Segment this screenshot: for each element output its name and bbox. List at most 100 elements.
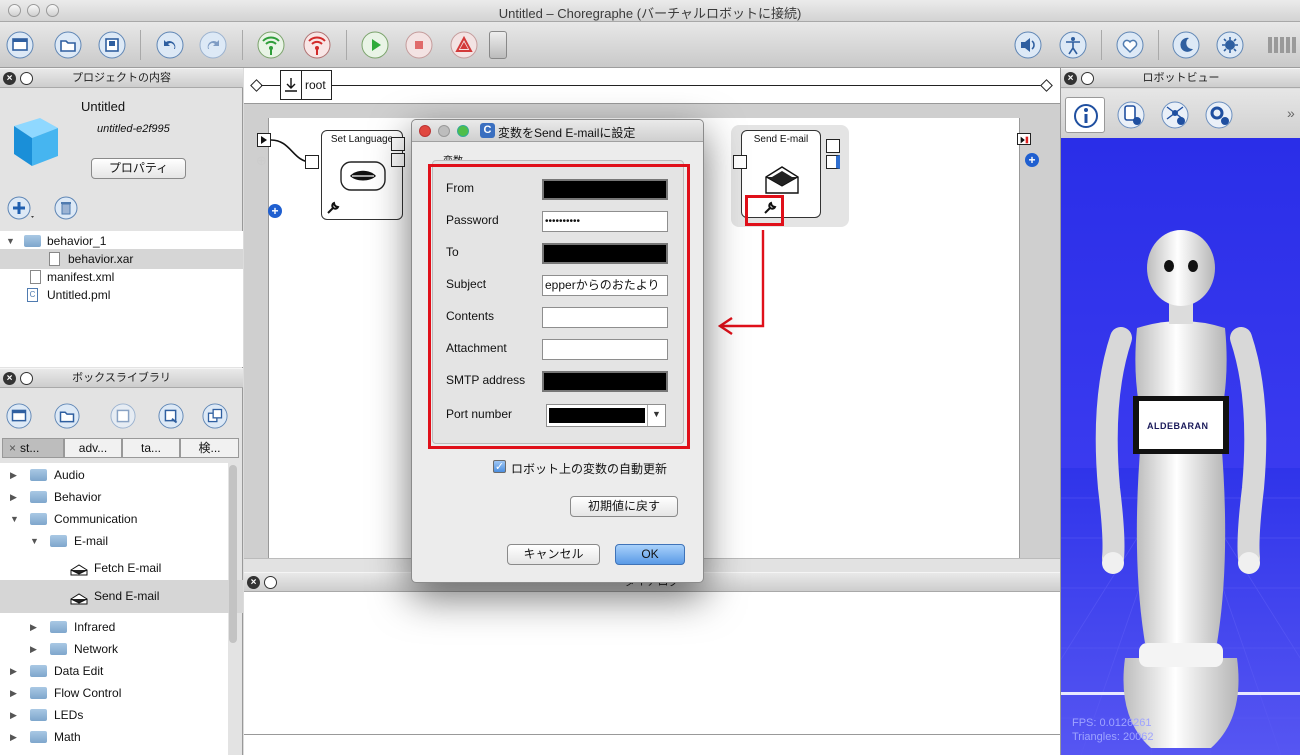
library-item-flow-control[interactable]: ▶ Flow Control xyxy=(0,683,243,703)
set-language-output-port[interactable] xyxy=(391,137,405,151)
library-item-communication[interactable]: ▼ Communication xyxy=(0,509,243,529)
connect-icon[interactable] xyxy=(257,31,285,59)
robot-view-panel: × ロボットビュー » ALDEBARAN FPS: 0.0126261 Tri… xyxy=(1060,68,1300,755)
dialog-titlebar: C 変数をSend E-mailに設定 xyxy=(412,120,703,142)
view-head-icon[interactable] xyxy=(1113,97,1149,133)
library-item-network[interactable]: ▶ Network xyxy=(0,639,243,659)
breadcrumb-bar: root xyxy=(244,68,1060,104)
delete-file-icon[interactable] xyxy=(52,196,82,222)
open-library-icon[interactable] xyxy=(54,403,80,429)
float-panel-icon[interactable] xyxy=(20,372,33,385)
project-cube-icon xyxy=(8,116,64,168)
breadcrumb-root: root xyxy=(305,78,326,92)
library-item-data-edit[interactable]: ▶ Data Edit xyxy=(0,661,243,681)
dialog-title: 変数をSend E-mailに設定 xyxy=(498,126,636,140)
float-panel-icon[interactable] xyxy=(264,576,277,589)
window-title: Untitled – Choregraphe (バーチャルロボットに接続) xyxy=(498,6,802,21)
box-library-header: × ボックスライブラリ xyxy=(0,368,243,388)
library-item-behavior[interactable]: ▶ Behavior xyxy=(0,487,243,507)
close-panel-icon[interactable]: × xyxy=(1064,72,1077,85)
dialog-minimize-button[interactable] xyxy=(438,125,450,137)
ok-button[interactable]: OK xyxy=(615,544,685,565)
box-library-tree: ▶ Audio ▶ Behavior ▼ Communication ▼ E-m… xyxy=(0,463,243,755)
add-output-plus-icon[interactable]: + xyxy=(1025,153,1039,167)
tab-search[interactable]: 検... xyxy=(180,438,239,458)
rest-moon-icon[interactable] xyxy=(1172,31,1200,59)
set-language-input-port[interactable] xyxy=(305,155,319,169)
cancel-button[interactable]: キャンセル xyxy=(507,544,600,565)
new-box-icon[interactable] xyxy=(6,403,32,429)
breadcrumb[interactable]: root xyxy=(280,70,332,100)
robot-view-header: × ロボットビュー xyxy=(1061,68,1300,88)
save-project-icon[interactable] xyxy=(98,31,126,59)
library-list-icon[interactable] xyxy=(202,403,228,429)
open-project-icon[interactable] xyxy=(54,31,82,59)
dialog-input-field[interactable] xyxy=(244,734,1060,755)
onstopped-output-port[interactable] xyxy=(1017,133,1031,145)
timeline-end-marker[interactable] xyxy=(1040,79,1053,92)
play-icon[interactable] xyxy=(361,31,389,59)
library-item-fetch-email[interactable]: Fetch E-mail xyxy=(0,558,243,578)
file-item-behavior-xar[interactable]: behavior.xar xyxy=(0,249,243,269)
reset-defaults-button[interactable]: 初期値に戻す xyxy=(570,496,678,517)
robot-3d-model xyxy=(1061,230,1300,755)
library-scrollbar[interactable] xyxy=(229,465,237,643)
library-item-send-email[interactable]: Send E-mail xyxy=(0,580,243,613)
wrench-icon[interactable] xyxy=(326,201,340,215)
library-item-math[interactable]: ▶ Math xyxy=(0,727,243,747)
add-file-icon[interactable] xyxy=(6,196,36,222)
file-item-manifest[interactable]: manifest.xml xyxy=(0,267,243,287)
warning-icon[interactable] xyxy=(450,31,478,59)
tab-advanced[interactable]: adv... xyxy=(64,438,122,458)
send-email-output-port[interactable] xyxy=(826,155,840,169)
dialog-zoom-button[interactable] xyxy=(457,125,469,137)
auto-update-label: ロボット上の変数の自動更新 xyxy=(511,462,668,476)
more-chevron-icon[interactable]: » xyxy=(1287,105,1295,121)
heart-icon[interactable] xyxy=(1116,31,1144,59)
tab-tags[interactable]: ta... xyxy=(122,438,180,458)
library-item-infrared[interactable]: ▶ Infrared xyxy=(0,617,243,637)
library-item-leds[interactable]: ▶ LEDs xyxy=(0,705,243,725)
robot-view-title: ロボットビュー xyxy=(1142,72,1220,84)
fps-readout: FPS: 0.0126261 xyxy=(1072,717,1152,729)
robot-view-toolbar: » xyxy=(1061,89,1300,138)
undo-icon[interactable] xyxy=(156,31,184,59)
add-input-plus-icon[interactable]: + xyxy=(268,204,282,218)
connection-wire xyxy=(270,139,312,163)
wake-sun-icon[interactable] xyxy=(1216,31,1244,59)
send-email-output-port[interactable] xyxy=(826,139,840,153)
new-project-icon[interactable] xyxy=(6,31,34,59)
volume-icon[interactable] xyxy=(1014,31,1042,59)
email-envelope-icon xyxy=(764,165,800,195)
download-arrow-icon xyxy=(284,77,298,93)
robot-3d-view[interactable]: ALDEBARAN FPS: 0.0126261 Triangles: 2006… xyxy=(1061,138,1300,755)
disconnect-icon[interactable] xyxy=(303,31,331,59)
stop-icon[interactable] xyxy=(405,31,433,59)
save-library-icon[interactable] xyxy=(110,403,136,429)
send-email-box-title: Send E-mail xyxy=(753,134,809,145)
add-input-icon[interactable]: ⊕ xyxy=(256,153,267,169)
posture-icon[interactable] xyxy=(1059,31,1087,59)
slider-handle[interactable] xyxy=(489,31,507,59)
redo-icon[interactable] xyxy=(199,31,227,59)
file-item-behavior-folder[interactable]: ▼ behavior_1 xyxy=(0,231,243,251)
tab-standard[interactable]: × st... xyxy=(2,438,64,458)
close-panel-icon[interactable]: × xyxy=(3,72,16,85)
float-panel-icon[interactable] xyxy=(20,72,33,85)
library-item-email[interactable]: ▼ E-mail xyxy=(0,531,243,551)
auto-update-checkbox[interactable]: ✓ xyxy=(493,460,506,473)
view-settings-icon[interactable] xyxy=(1201,97,1237,133)
properties-button[interactable]: プロパティ xyxy=(91,158,186,179)
dialog-close-button[interactable] xyxy=(419,125,431,137)
close-panel-icon[interactable]: × xyxy=(247,576,260,589)
library-item-audio[interactable]: ▶ Audio xyxy=(0,465,243,485)
send-email-input-port[interactable] xyxy=(733,155,747,169)
view-joints-icon[interactable] xyxy=(1157,97,1193,133)
file-item-pml[interactable]: C Untitled.pml xyxy=(0,285,243,305)
info-icon[interactable] xyxy=(1065,97,1105,133)
set-language-output-port[interactable] xyxy=(391,153,405,167)
annotation-arrow xyxy=(717,230,765,335)
close-panel-icon[interactable]: × xyxy=(3,372,16,385)
float-panel-icon[interactable] xyxy=(1081,72,1094,85)
save-as-library-icon[interactable] xyxy=(158,403,184,429)
